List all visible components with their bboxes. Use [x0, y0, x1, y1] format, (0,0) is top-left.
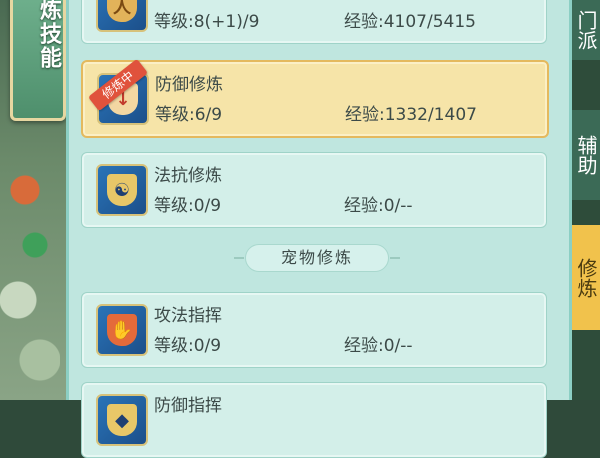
tab-assist[interactable]: 辅助: [572, 110, 600, 200]
item-exp: 经验:1332/1407: [345, 105, 477, 125]
item-title: 攻法指挥: [154, 306, 222, 326]
tab-cultivation[interactable]: 修炼: [572, 225, 600, 330]
item-exp: 经验:0/--: [344, 336, 413, 356]
monk-icon: 人: [96, 0, 148, 32]
decorative-artwork: [0, 150, 60, 400]
item-level: 等级:6/9: [155, 105, 223, 125]
cultivation-item-magic-resist[interactable]: ☯ 法抗修炼 等级:0/9 经验:0/--: [81, 152, 547, 228]
cultivation-item-partial[interactable]: 人 等级:8(+1)/9 经验:4107/5415: [81, 0, 547, 44]
pet-item-attack-command[interactable]: ✋ 攻法指挥 等级:0/9 经验:0/--: [81, 292, 547, 368]
right-tab-strip: 门派 辅助 修炼: [572, 0, 600, 400]
item-level: 等级:0/9: [154, 336, 222, 356]
item-title: 防御指挥: [154, 396, 222, 416]
pet-shield-icon: ◆: [96, 394, 148, 446]
cultivation-panel: 人 等级:8(+1)/9 经验:4107/5415 ↓ 修炼中 防御修炼 等级:…: [66, 0, 572, 458]
item-level: 等级:8(+1)/9: [154, 12, 260, 32]
item-exp: 经验:0/--: [344, 196, 413, 216]
item-exp: 经验:4107/5415: [344, 12, 476, 32]
tab-cultivate-skills[interactable]: 炼技能: [10, 0, 66, 121]
pet-item-defense-command[interactable]: ◆ 防御指挥: [81, 382, 547, 458]
tab-sect[interactable]: 门派: [572, 0, 600, 60]
paw-icon: ✋: [96, 304, 148, 356]
yin-yang-shield-icon: ☯: [96, 164, 148, 216]
cultivation-item-defense[interactable]: ↓ 修炼中 防御修炼 等级:6/9 经验:1332/1407: [81, 58, 549, 138]
item-level: 等级:0/9: [154, 196, 222, 216]
tab-label: 炼技能: [36, 0, 61, 70]
item-title: 法抗修炼: [154, 166, 222, 186]
section-divider-pet: 宠物修炼: [234, 244, 400, 272]
item-title: 防御修炼: [155, 75, 223, 95]
